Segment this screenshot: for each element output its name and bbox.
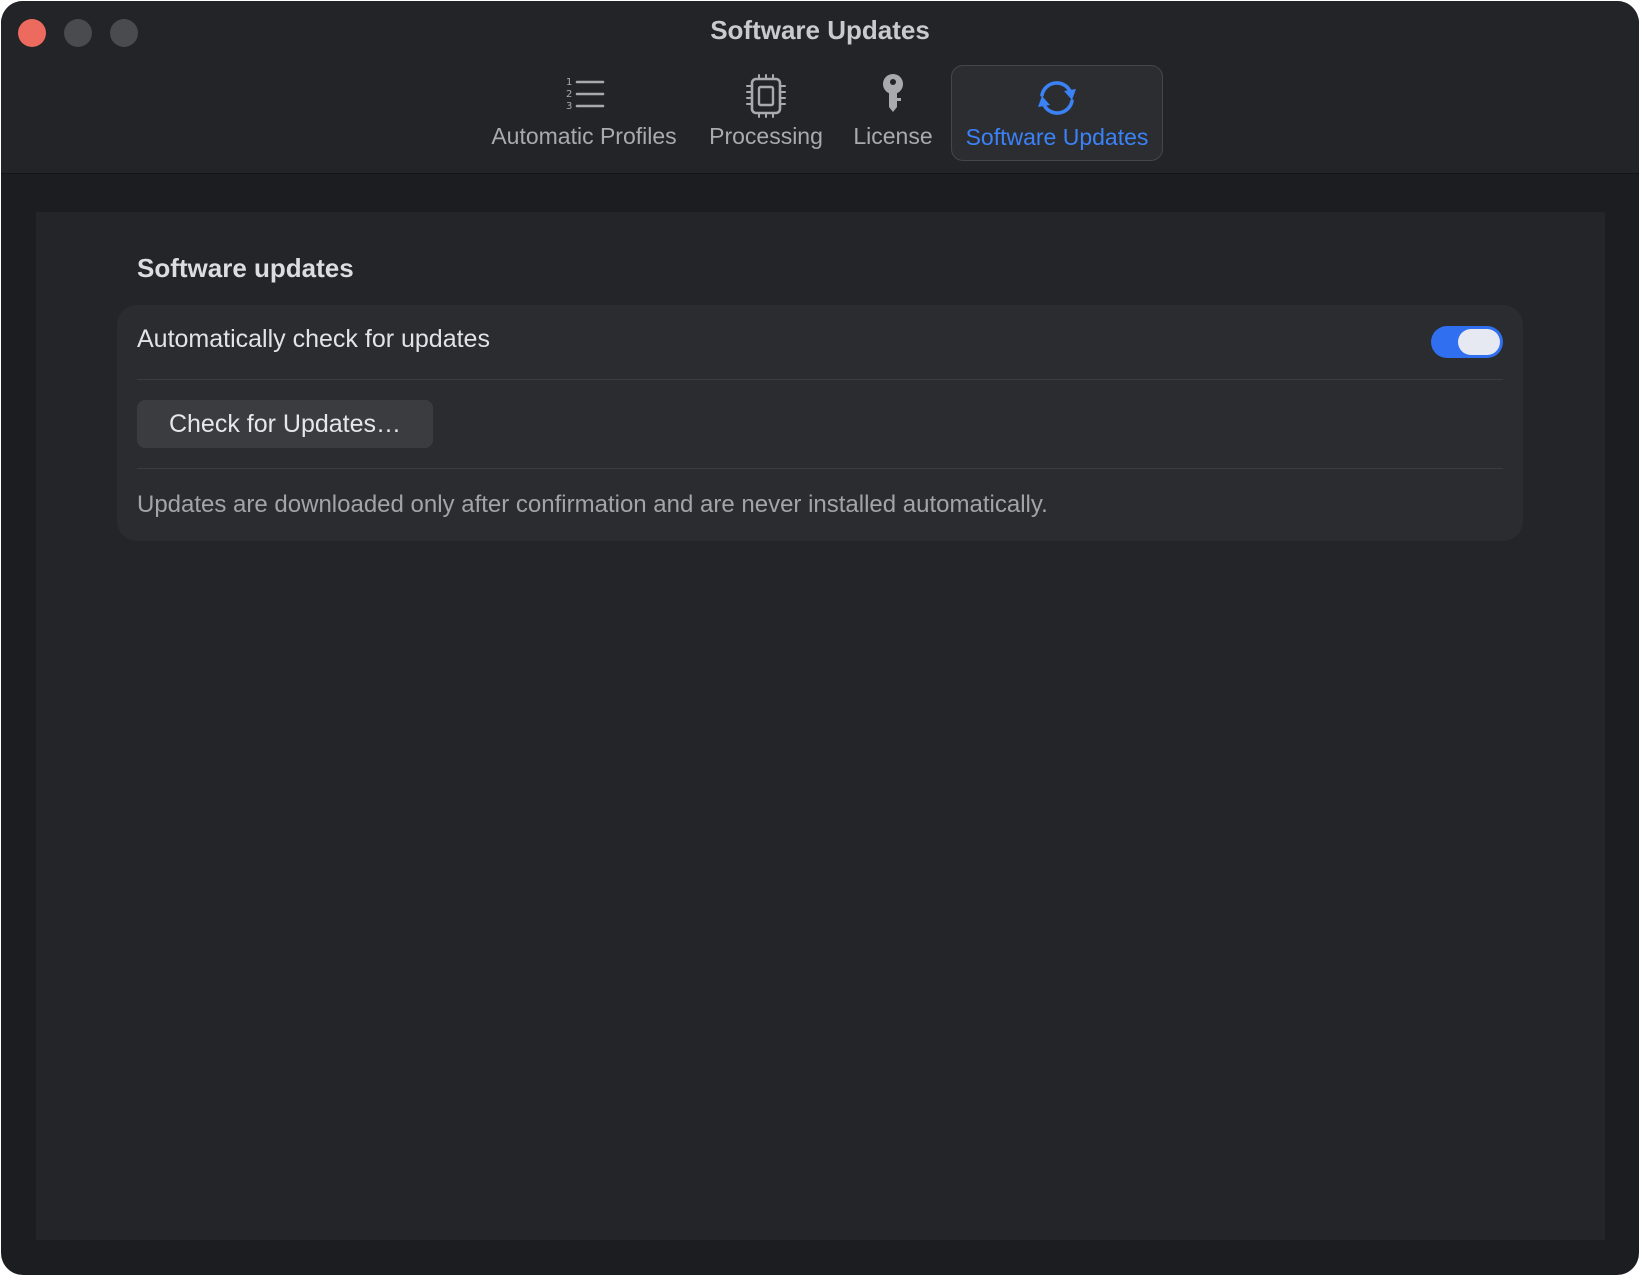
- svg-text:3: 3: [566, 101, 572, 112]
- preferences-window: Software Updates 1 2 3 Automatic Profile…: [1, 1, 1639, 1275]
- tab-label: Processing: [709, 123, 823, 149]
- tab-license[interactable]: License: [843, 65, 943, 159]
- tab-automatic-profiles[interactable]: 1 2 3 Automatic Profiles: [479, 65, 689, 159]
- tab-label: Automatic Profiles: [491, 123, 677, 149]
- auto-check-toggle[interactable]: [1431, 326, 1503, 358]
- settings-panel: Software updates Automatically check for…: [36, 212, 1605, 1240]
- sync-arrows-icon: [952, 74, 1162, 122]
- svg-text:2: 2: [566, 89, 572, 100]
- updates-note: Updates are downloaded only after confir…: [137, 491, 1048, 518]
- settings-group: Automatically check for updates Check fo…: [117, 305, 1523, 541]
- tab-label: Software Updates: [965, 124, 1149, 150]
- divider: [137, 379, 1503, 380]
- title-bar: Software Updates 1 2 3 Automatic Profile…: [1, 1, 1639, 174]
- tab-software-updates[interactable]: Software Updates: [951, 65, 1163, 161]
- auto-check-label: Automatically check for updates: [137, 325, 490, 353]
- cpu-chip-icon: [701, 73, 831, 121]
- tab-label: License: [853, 123, 933, 149]
- tab-processing[interactable]: Processing: [701, 65, 831, 159]
- numbered-list-icon: 1 2 3: [479, 73, 689, 121]
- toggle-knob: [1458, 329, 1500, 355]
- svg-text:1: 1: [566, 77, 572, 88]
- section-title: Software updates: [137, 253, 354, 283]
- window-title: Software Updates: [710, 15, 930, 45]
- divider: [137, 468, 1503, 469]
- check-for-updates-button[interactable]: Check for Updates…: [137, 400, 433, 448]
- key-icon: [843, 73, 943, 121]
